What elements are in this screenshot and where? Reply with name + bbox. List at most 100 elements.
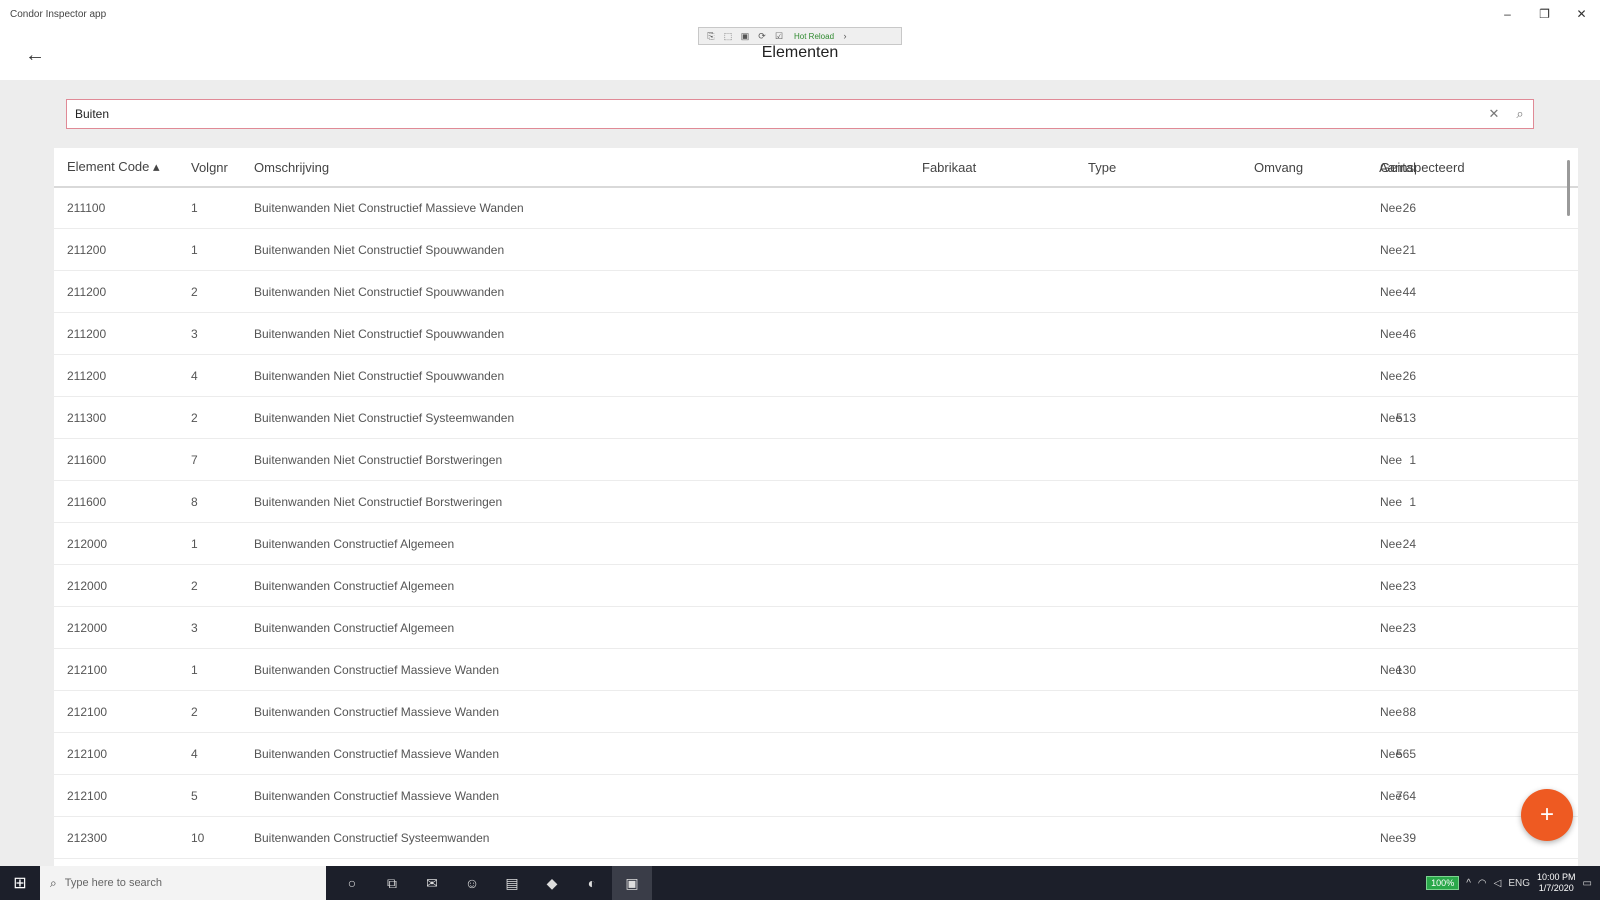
cell-element-code: 211200 [67,368,107,383]
cell-omschrijving: Buitenwanden Niet Constructief Borstweri… [254,494,503,509]
column-header-geinspecteerd[interactable]: Geinspecteerd [1380,148,1465,186]
close-button[interactable]: ✕ [1563,0,1600,28]
cell-geinspecteerd: Nee [1380,536,1403,551]
clock-time: 10:00 PM [1537,872,1576,882]
task-view-icon[interactable]: ⧉ [372,866,412,900]
table-row[interactable]: 211200 4 Buitenwanden Niet Constructief Sp… [54,355,1578,397]
scrollbar[interactable] [1567,160,1570,216]
table-row[interactable]: 212100 2 Buitenwanden Constructief Massiev… [54,691,1578,733]
cell-element-code: 212000 [67,536,108,551]
cell-omschrijving: Buitenwanden Niet Constructief Spouwwand… [254,284,505,299]
cell-volgnr: 1 [191,242,198,257]
cell-element-code: 211200 [67,284,107,299]
table-row[interactable]: 212000 1 Buitenwanden Constructief Algemee… [54,523,1578,565]
cortana-icon[interactable]: ○ [332,866,372,900]
clear-icon[interactable]: ✕ [1481,101,1507,127]
cell-omschrijving: Buitenwanden Niet Constructief Spouwwand… [254,326,505,341]
cell-omschrijving: Buitenwanden Niet Constructief Spouwwand… [254,242,505,257]
elements-table: Element Code ▴ Volgnr Omschrijving Fabri… [54,148,1578,866]
window-title: Condor Inspector app [10,9,107,20]
cell-volgnr: 4 [191,746,198,761]
battery-indicator[interactable]: 100% [1426,876,1460,890]
cell-geinspecteerd: Nee [1380,452,1403,467]
column-header-element-code[interactable]: Element Code ▴ [67,148,160,186]
table-row[interactable]: 212000 3 Buitenwanden Constructief Algemee… [54,607,1578,649]
cell-element-code: 212300 [67,830,108,845]
chevron-right-icon[interactable]: › [839,30,851,42]
cell-geinspecteerd: Nee [1380,410,1403,425]
cell-volgnr: 2 [191,410,198,425]
table-row[interactable]: 211200 2 Buitenwanden Niet Constructief Sp… [54,271,1578,313]
cell-volgnr: 1 [191,536,198,551]
cell-volgnr: 3 [191,620,198,635]
window-controls: – ❐ ✕ [1489,0,1600,28]
table-header: Element Code ▴ Volgnr Omschrijving Fabri… [54,148,1578,188]
edge-icon[interactable]: ◐ [572,866,612,900]
cell-geinspecteerd: Nee [1380,494,1403,509]
column-header-omschrijving[interactable]: Omschrijving [254,148,329,186]
restore-button[interactable]: ❐ [1526,0,1563,28]
search-icon[interactable]: ⌕ [1507,101,1533,127]
start-button[interactable]: ⊞ [0,866,40,900]
column-header-fabrikaat[interactable]: Fabrikaat [922,148,976,186]
cell-volgnr: 2 [191,284,198,299]
cell-volgnr: 10 [191,830,205,845]
language-indicator[interactable]: ENG [1508,878,1530,889]
table-row[interactable]: 211300 2 Buitenwanden Niet Constructief Sy… [54,397,1578,439]
table-row[interactable]: 212100 1 Buitenwanden Constructief Massiev… [54,649,1578,691]
condor-app-icon[interactable]: ▣ [612,866,652,900]
cell-element-code: 212000 [67,578,108,593]
clock-date: 1/7/2020 [1538,883,1574,893]
minimize-button[interactable]: – [1489,0,1526,28]
table-row[interactable]: 211600 8 Buitenwanden Niet Constructief Bo… [54,481,1578,523]
notifications-icon[interactable]: ▭ [1583,878,1592,889]
volume-icon[interactable]: ◁ [1494,878,1502,889]
chevron-up-icon[interactable]: ^ [1466,878,1471,889]
cell-omschrijving: Buitenwanden Constructief Algemeen [254,620,455,635]
cell-geinspecteerd: Nee [1380,746,1403,761]
track-focus-icon[interactable]: ⟳ [756,30,768,42]
column-header-omvang[interactable]: Omvang [1254,148,1303,186]
cell-volgnr: 7 [191,452,198,467]
select-element-icon[interactable]: ⬚ [722,30,734,42]
title-bar: Condor Inspector app – ❐ ✕ ← ⎘ ⬚ ▣ ⟳ ☑ H… [0,0,1600,80]
cell-geinspecteerd: Nee [1380,704,1403,719]
column-header-type[interactable]: Type [1088,148,1116,186]
cell-geinspecteerd: Nee [1380,200,1403,215]
hot-reload-button[interactable]: Hot Reload [794,32,834,41]
table-row[interactable]: 212100 5 Buitenwanden Constructief Massiev… [54,775,1578,817]
cell-volgnr: 2 [191,704,198,719]
taskbar-search[interactable]: ⌕ Type here to search [40,866,326,900]
cell-element-code: 212100 [67,746,108,761]
cell-element-code: 211600 [67,494,107,509]
table-row[interactable]: 212000 2 Buitenwanden Constructief Algemee… [54,565,1578,607]
table-row[interactable]: 212300 10 Buitenwanden Constructief Systee… [54,817,1578,859]
cell-volgnr: 1 [191,200,198,215]
column-header-volgnr[interactable]: Volgnr [191,148,228,186]
display-adorners-icon[interactable]: ▣ [739,30,751,42]
search-icon: ⌕ [50,875,57,890]
cell-omschrijving: Buitenwanden Constructief Massieve Wande… [254,788,500,803]
cell-geinspecteerd: Nee [1380,284,1403,299]
file-explorer-icon[interactable]: ▤ [492,866,532,900]
cell-omschrijving: Buitenwanden Niet Constructief Massieve … [254,200,524,215]
live-tree-icon[interactable]: ⎘ [705,30,717,42]
clock[interactable]: 10:00 PM 1/7/2020 [1537,872,1576,894]
teams-icon[interactable]: ☺ [452,866,492,900]
visual-studio-icon[interactable]: ◆ [532,866,572,900]
search-input[interactable] [67,106,1481,122]
add-element-button[interactable]: + [1521,789,1573,841]
network-icon[interactable]: ◠ [1478,878,1487,889]
table-row[interactable]: 212100 4 Buitenwanden Constructief Massiev… [54,733,1578,775]
taskbar-apps: ○ ⧉ ✉ ☺ ▤ ◆ ◐ ▣ [332,866,652,900]
binding-failures-icon[interactable]: ☑ [773,30,785,42]
table-row[interactable]: 211600 7 Buitenwanden Niet Constructief Bo… [54,439,1578,481]
cell-geinspecteerd: Nee [1380,620,1403,635]
table-row[interactable]: 211100 1 Buitenwanden Niet Constructief Ma… [54,187,1578,229]
outlook-icon[interactable]: ✉ [412,866,452,900]
table-row[interactable]: 211200 3 Buitenwanden Niet Constructief Sp… [54,313,1578,355]
cell-element-code: 212000 [67,620,108,635]
cell-omschrijving: Buitenwanden Niet Constructief Borstweri… [254,452,503,467]
cell-omschrijving: Buitenwanden Constructief Massieve Wande… [254,746,500,761]
table-row[interactable]: 211200 1 Buitenwanden Niet Constructief Sp… [54,229,1578,271]
